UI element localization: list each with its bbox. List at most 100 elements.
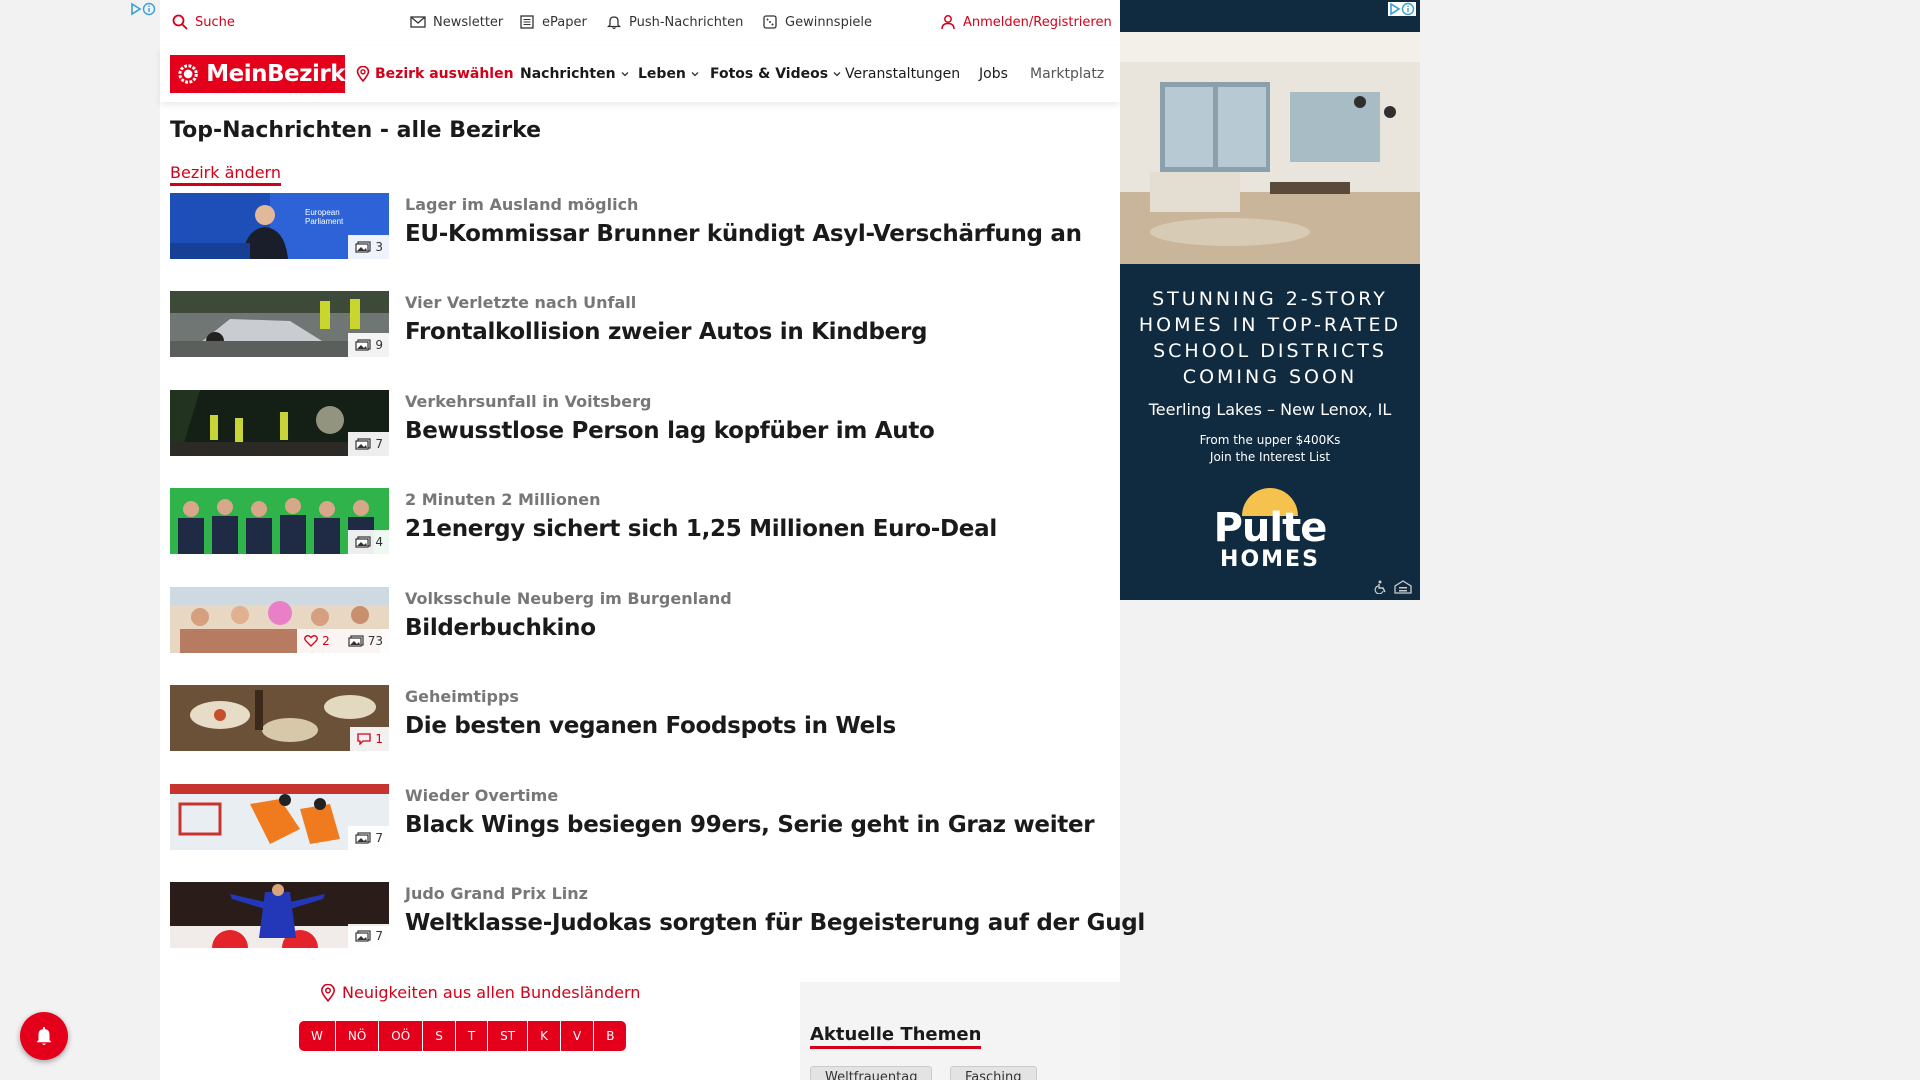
region-button-b[interactable]: B: [594, 1021, 627, 1051]
advertisement-banner[interactable]: STUNNING 2-STORY HOMES IN TOP-RATED SCHO…: [1120, 0, 1420, 600]
mail-icon: [410, 16, 426, 28]
region-button-s[interactable]: S: [423, 1021, 456, 1051]
photo-count: 7: [375, 831, 383, 845]
ad-choices-icon[interactable]: [130, 1, 156, 20]
like-count: 2: [322, 634, 330, 648]
article-thumbnail[interactable]: 1: [170, 685, 389, 751]
nav-leben-label: Leben: [638, 66, 686, 82]
meinbezirk-logo[interactable]: MeinBezirk: [170, 55, 345, 93]
article-item[interactable]: 7 Verkehrsunfall in Voitsberg Bewusstlos…: [170, 390, 1100, 456]
location-pin-icon: [356, 66, 370, 82]
gallery-icon: [355, 241, 371, 253]
search-label: Suche: [195, 14, 235, 30]
article-thumbnail[interactable]: 7: [170, 390, 389, 456]
article-item[interactable]: 4 2 Minuten 2 Millionen 21energy sichert…: [170, 488, 1100, 554]
newsletter-label: Newsletter: [433, 14, 504, 30]
article-kicker: Geheimtipps: [405, 687, 519, 706]
equal-housing-icon: [1394, 580, 1412, 594]
article-item[interactable]: European Parliament 3 Lager im Ausland mö…: [170, 193, 1100, 259]
logo-text: MeinBezirk: [206, 61, 345, 87]
photo-count: 4: [375, 535, 383, 549]
article-headline[interactable]: Bilderbuchkino: [405, 615, 596, 641]
bezirk-select-label: Bezirk auswählen: [375, 66, 514, 82]
article-headline[interactable]: Weltklasse-Judokas sorgten für Begeister…: [405, 910, 1145, 936]
bezirk-select[interactable]: Bezirk auswählen: [356, 66, 514, 82]
region-button-ooe[interactable]: OÖ: [379, 1021, 424, 1051]
nav-nachrichten[interactable]: Nachrichten: [520, 66, 629, 82]
photo-count-badge: 3: [348, 235, 389, 259]
topic-chip[interactable]: Weltfrauentag: [810, 1066, 933, 1080]
article-kicker: Lager im Ausland möglich: [405, 195, 639, 214]
gewinnspiele-link[interactable]: Gewinnspiele: [762, 14, 872, 30]
nav-jobs[interactable]: Jobs: [979, 66, 1008, 82]
article-headline[interactable]: EU-Kommissar Brunner kündigt Asyl-Versch…: [405, 221, 1082, 247]
nav-fotos-videos-label: Fotos & Videos: [710, 66, 829, 82]
epaper-link[interactable]: ePaper: [519, 14, 587, 30]
gallery-icon: [355, 536, 371, 548]
nav-jobs-label: Jobs: [979, 66, 1008, 82]
nav-leben[interactable]: Leben: [638, 66, 699, 82]
article-thumbnail[interactable]: 4: [170, 488, 389, 554]
region-button-w[interactable]: W: [299, 1021, 336, 1051]
article-headline[interactable]: 21energy sichert sich 1,25 Millionen Eur…: [405, 516, 997, 542]
change-bezirk-link[interactable]: Bezirk ändern: [170, 163, 281, 186]
region-button-t[interactable]: T: [455, 1021, 489, 1051]
bell-icon: [606, 16, 622, 30]
notification-bell-button[interactable]: [20, 1012, 68, 1060]
photo-count: 3: [375, 240, 383, 254]
photo-count: 7: [375, 929, 383, 943]
all-regions-link[interactable]: Neuigkeiten aus allen Bundesländern: [320, 983, 640, 1002]
ad-brand-top: Pulte: [1213, 505, 1328, 551]
article-item[interactable]: 7 Wieder Overtime Black Wings besiegen 9…: [170, 784, 1100, 850]
article-thumbnail[interactable]: European Parliament 3: [170, 193, 389, 259]
heart-icon: [304, 635, 318, 647]
gallery-icon: [355, 339, 371, 351]
article-thumbnail[interactable]: 9: [170, 291, 389, 357]
article-item[interactable]: 2 73 Volksschule Neuberg im Burgenland B…: [170, 587, 1100, 653]
article-item[interactable]: 9 Vier Verletzte nach Unfall Frontalkoll…: [170, 291, 1100, 357]
photo-count-badge: 7: [348, 432, 389, 456]
article-thumbnail[interactable]: 7: [170, 882, 389, 948]
push-notifications-link[interactable]: Push-Nachrichten: [606, 14, 743, 30]
newspaper-icon: [520, 15, 534, 29]
article-headline[interactable]: Frontalkollision zweier Autos in Kindber…: [405, 319, 927, 345]
gewinnspiele-label: Gewinnspiele: [785, 14, 873, 30]
ad-headline-line: HOMES IN TOP-RATED: [1138, 314, 1402, 336]
nav-marktplatz[interactable]: Marktplatz: [1030, 66, 1105, 82]
photo-count-badge: 4: [348, 530, 389, 554]
article-kicker: 2 Minuten 2 Millionen: [405, 490, 601, 509]
nav-veranstaltungen[interactable]: Veranstaltungen: [845, 66, 960, 82]
article-thumbnail[interactable]: 7: [170, 784, 389, 850]
push-label: Push-Nachrichten: [629, 14, 744, 30]
ad-headline-line: SCHOOL DISTRICTS: [1153, 340, 1387, 362]
article-kicker: Judo Grand Prix Linz: [405, 884, 588, 903]
login-link[interactable]: Anmelden/Registrieren: [940, 14, 1112, 30]
ad-choices-icon[interactable]: [1388, 2, 1416, 16]
article-item[interactable]: 7 Judo Grand Prix Linz Weltklasse-Judoka…: [170, 882, 1145, 948]
current-topics-title: Aktuelle Themen: [810, 1024, 982, 1049]
gallery-icon: [348, 635, 364, 647]
article-item[interactable]: 1 Geheimtipps Die besten veganen Foodspo…: [170, 685, 1100, 751]
article-headline[interactable]: Bewusstlose Person lag kopfüber im Auto: [405, 418, 935, 444]
dice-icon: [763, 15, 777, 29]
photo-count-badge: 9: [348, 333, 389, 357]
search-link[interactable]: Suche: [172, 14, 235, 30]
section-title: Top-Nachrichten - alle Bezirke: [170, 118, 542, 143]
photo-count-badge: 7: [348, 924, 389, 948]
svg-text:European: European: [305, 208, 340, 217]
ad-brand-logo: Pulte HOMES: [1120, 486, 1420, 572]
newsletter-link[interactable]: Newsletter: [410, 14, 503, 30]
topic-chip[interactable]: Fasching: [950, 1066, 1037, 1080]
article-headline[interactable]: Black Wings besiegen 99ers, Serie geht i…: [405, 812, 1095, 838]
ad-cta-line: Join the Interest List: [1209, 450, 1331, 464]
nav-veranstaltungen-label: Veranstaltungen: [845, 66, 961, 82]
region-button-k[interactable]: K: [528, 1021, 561, 1051]
chevron-down-icon: [833, 72, 841, 77]
region-button-st[interactable]: ST: [488, 1021, 529, 1051]
article-thumbnail[interactable]: 2 73: [170, 587, 389, 653]
all-regions-label: Neuigkeiten aus allen Bundesländern: [342, 983, 641, 1002]
article-headline[interactable]: Die besten veganen Foodspots in Wels: [405, 713, 896, 739]
nav-fotos-videos[interactable]: Fotos & Videos: [710, 66, 841, 82]
region-button-noe[interactable]: NÖ: [335, 1021, 380, 1051]
region-button-v[interactable]: V: [560, 1021, 595, 1051]
